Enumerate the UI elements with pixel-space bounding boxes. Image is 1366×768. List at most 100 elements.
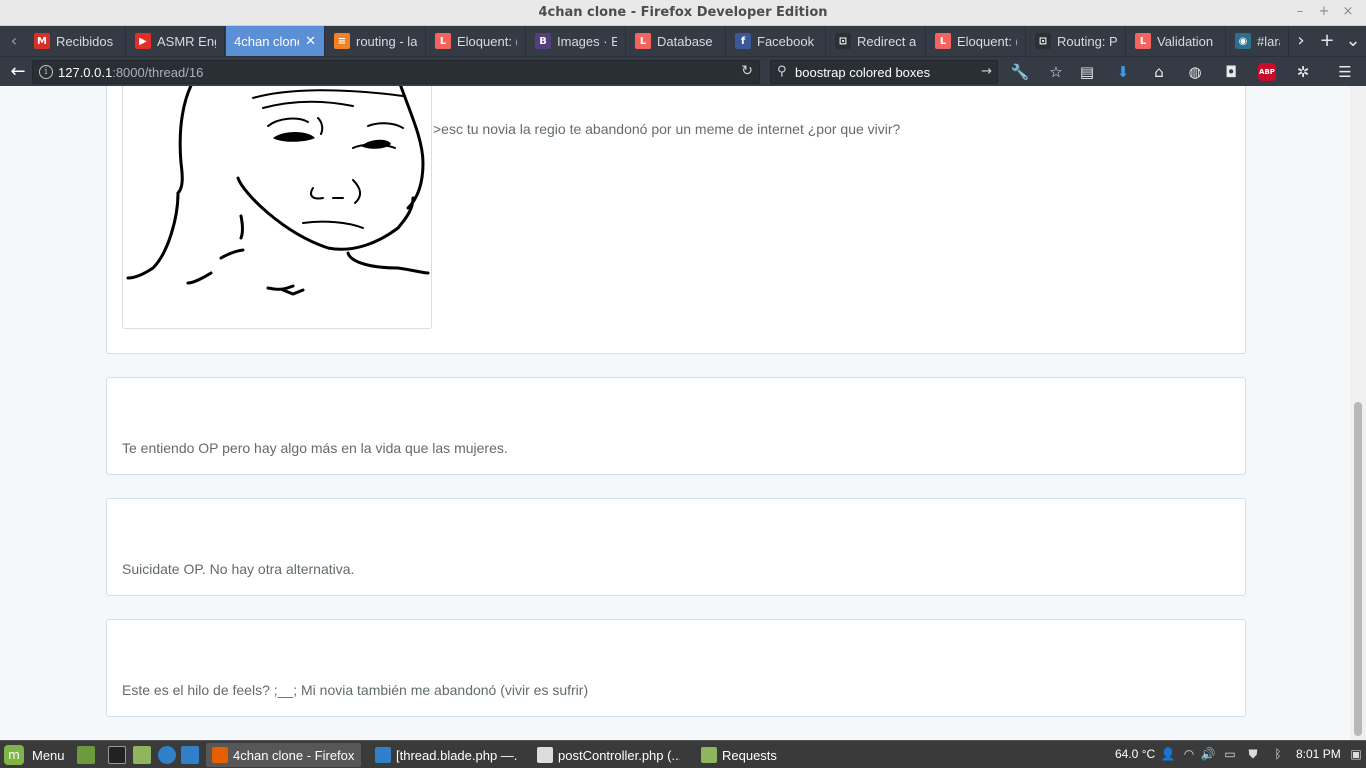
menu-label: Menu: [32, 747, 65, 763]
search-input[interactable]: boostrap colored boxes: [795, 65, 930, 80]
downloads-icon[interactable]: ⬇: [1112, 61, 1134, 83]
taskbar-window-button[interactable]: Requests: [695, 743, 855, 767]
browser-tab[interactable]: f Facebook: [727, 26, 826, 56]
user-icon[interactable]: 👤: [1160, 746, 1176, 762]
laravel-icon: L: [635, 33, 651, 49]
close-tab-icon[interactable]: ✕: [305, 34, 316, 49]
reload-icon[interactable]: ↻: [741, 63, 753, 79]
tab-label: Images · E: [557, 33, 617, 49]
browser-tab[interactable]: B Images · E: [527, 26, 626, 56]
bluetooth-icon[interactable]: ᛒ: [1270, 746, 1286, 762]
browser-tab[interactable]: ⊡ Redirect a: [827, 26, 926, 56]
reply-card: Este es el hilo de feels? ;__; Mi novia …: [106, 619, 1246, 717]
new-tab-button[interactable]: +: [1315, 26, 1339, 56]
gmail-icon: M: [34, 33, 50, 49]
tab-label: Facebook: [757, 33, 815, 49]
tab-list-chevron-icon[interactable]: ⌄: [1341, 26, 1365, 56]
window-titlebar: 4chan clone - Firefox Developer Edition …: [0, 0, 1366, 26]
start-menu-button[interactable]: m Menu: [4, 745, 65, 765]
developer-tools-icon[interactable]: 🔧: [1009, 61, 1031, 83]
op-post-card: >esc tu novia la regio te abandonó por u…: [106, 86, 1246, 354]
clock[interactable]: 8:01 PM: [1296, 747, 1341, 761]
reader-list-icon[interactable]: ▤: [1076, 61, 1098, 83]
app-icon: [375, 747, 391, 763]
laracasts-icon: ⊡: [1035, 33, 1051, 49]
taskbar-window-button[interactable]: postController.php (...: [531, 743, 686, 767]
browser-tab[interactable]: ◉ #lara: [1227, 26, 1289, 56]
url-text[interactable]: 127.0.0.1:8000/thread/16: [58, 65, 203, 80]
close-window-button[interactable]: ×: [1340, 4, 1356, 20]
tab-label: 4chan clone: [234, 33, 300, 49]
minimize-button[interactable]: –: [1292, 4, 1308, 20]
search-bar[interactable]: ⚲ boostrap colored boxes →: [770, 60, 998, 84]
page-content: >esc tu novia la regio te abandonó por u…: [0, 86, 1350, 740]
taskbar-window-button[interactable]: [thread.blade.php —...: [369, 743, 524, 767]
browser-tab[interactable]: ▶ ASMR Eng: [127, 26, 225, 56]
search-go-icon[interactable]: →: [981, 64, 992, 79]
tab-scroll-left-icon[interactable]: ‹: [2, 26, 26, 56]
notifications-icon[interactable]: ▣: [1348, 746, 1364, 762]
home-icon[interactable]: ⌂: [1148, 61, 1170, 83]
post-text: >esc tu novia la regio te abandonó por u…: [433, 121, 901, 137]
network-icon[interactable]: ◠: [1181, 746, 1197, 762]
browser-tab[interactable]: ≡ routing - la: [326, 26, 426, 56]
globe-icon[interactable]: ◍: [1184, 61, 1206, 83]
tab-label: ASMR Eng: [157, 33, 216, 49]
laracasts-icon: ⊡: [835, 33, 851, 49]
adblock-plus-icon[interactable]: ABP: [1256, 61, 1278, 83]
post-text: Suicidate OP. No hay otra alternativa.: [122, 561, 355, 577]
laravel-icon: L: [935, 33, 951, 49]
hamburger-menu-icon[interactable]: ☰: [1334, 61, 1356, 83]
search-icon: ⚲: [777, 64, 787, 79]
browser-tab[interactable]: 4chan clone ✕: [226, 26, 325, 56]
tab-label: Database: [657, 33, 713, 49]
browser-tab[interactable]: L Validation: [1127, 26, 1226, 56]
shield-icon[interactable]: ⛊: [1245, 746, 1261, 762]
browser-launcher-icon[interactable]: [158, 746, 176, 764]
feels-guy-drawing: [126, 86, 430, 296]
site-info-icon[interactable]: i: [39, 65, 53, 79]
mint-logo-icon: m: [4, 745, 24, 765]
system-taskbar: m Menu 4chan clone - Firefox... [thread.b…: [0, 740, 1366, 768]
battery-icon[interactable]: ▭: [1222, 746, 1238, 762]
browser-tab[interactable]: L Eloquent: (: [927, 26, 1026, 56]
url-host: 127.0.0.1: [58, 65, 113, 80]
bootstrap-icon: B: [535, 33, 551, 49]
temperature-readout: 64.0 °C: [1115, 747, 1156, 761]
tab-label: Eloquent: (: [457, 33, 517, 49]
taskbar-window-button[interactable]: 4chan clone - Firefox...: [206, 743, 361, 767]
page-scrollbar[interactable]: [1350, 86, 1366, 740]
window-title: 4chan clone - Firefox Developer Edition: [538, 5, 828, 20]
files-icon[interactable]: [133, 746, 151, 764]
extension-icon[interactable]: ✲: [1292, 61, 1314, 83]
url-path: :8000/thread/16: [112, 65, 204, 80]
post-text: Este es el hilo de feels? ;__; Mi novia …: [122, 682, 589, 698]
reply-card: Te entiendo OP pero hay algo más en la v…: [106, 377, 1246, 475]
terminal-icon[interactable]: [108, 746, 126, 764]
maximize-button[interactable]: +: [1316, 4, 1332, 20]
browser-tab[interactable]: L Eloquent: (: [427, 26, 526, 56]
facebook-icon: f: [735, 33, 751, 49]
laravel-icon: L: [435, 33, 451, 49]
scrollbar-thumb[interactable]: [1354, 402, 1362, 736]
youtube-icon: ▶: [135, 33, 151, 49]
vscode-launcher-icon[interactable]: [181, 746, 199, 764]
pocket-icon[interactable]: ◘: [1220, 61, 1242, 83]
browser-tab[interactable]: ⊡ Routing: P: [1027, 26, 1126, 56]
laravel-icon: L: [1135, 33, 1151, 49]
reply-card: Suicidate OP. No hay otra alternativa.: [106, 498, 1246, 596]
browser-tab[interactable]: L Database: [627, 26, 726, 56]
tab-scroll-right-icon[interactable]: ›: [1289, 26, 1313, 56]
show-desktop-icon[interactable]: [77, 746, 95, 764]
app-icon: [212, 747, 228, 763]
browser-tab[interactable]: M Recibidos: [26, 26, 126, 56]
github-icon: ◉: [1235, 33, 1251, 49]
task-label: [thread.blade.php —...: [396, 747, 518, 763]
bookmark-star-icon[interactable]: ☆: [1045, 61, 1067, 83]
post-image[interactable]: [122, 86, 432, 329]
volume-icon[interactable]: 🔊: [1200, 746, 1216, 762]
back-button[interactable]: ←: [6, 60, 30, 84]
url-bar[interactable]: i 127.0.0.1:8000/thread/16 ↻: [32, 60, 760, 84]
tab-label: #lara: [1257, 33, 1280, 49]
task-label: postController.php (...: [558, 747, 680, 763]
